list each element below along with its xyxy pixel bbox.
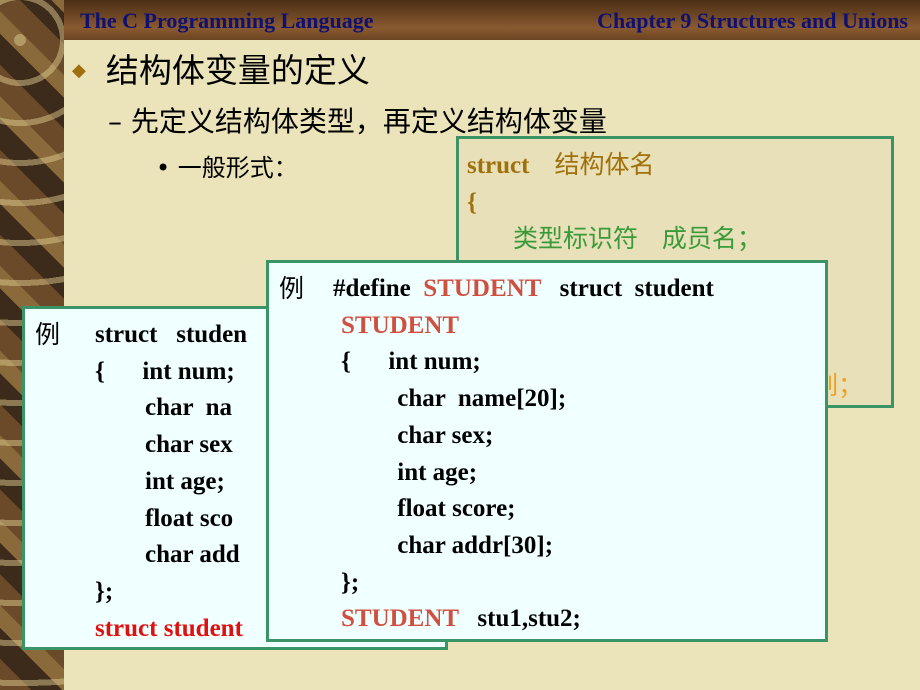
code-directive: #define [333,275,411,302]
code-line: }; [341,568,360,596]
code-macro: STUDENT [341,311,460,339]
example-label: 例 [35,320,61,349]
code-text: 结构体名 [554,150,655,179]
slide-header: The C Programming Language Chapter 9 Str… [64,0,920,40]
example-define-box: 例 #define STUDENT struct student STUDENT… [266,260,828,642]
code-line: { int num; [341,348,481,376]
code-line: 类型标识符 成员名； [513,224,762,254]
bullet-level1: ◆ 结构体变量的定义 [72,44,370,92]
example-label: 例 [279,274,305,303]
code-keyword: struct [467,152,530,179]
code-line: float score; [341,495,516,523]
code-macro: STUDENT [341,605,459,633]
code-line: int age; [341,458,478,486]
bullet-level3: • 一般形式： [156,154,298,182]
bullet-text: 结构体变量的定义 [105,51,370,90]
diamond-bullet-icon: ◆ [72,60,86,81]
bullet-level2: – 先定义结构体类型，再定义结构体变量 [108,105,607,138]
chapter-title: Chapter 9 Structures and Unions [597,8,908,33]
bullet-text: 先定义结构体类型，再定义结构体变量 [130,105,607,138]
code-macro: STUDENT [423,275,541,302]
code-line: char addr[30]; [341,531,554,559]
code-line: char name[20]; [341,385,567,413]
course-title: The C Programming Language [80,8,374,33]
code-text: stu1,stu2; [477,605,581,633]
code-line: char sex; [341,421,494,449]
code-line: { [467,188,477,216]
code-text: struct student [559,275,714,302]
bullet-text: 一般形式： [177,154,298,182]
